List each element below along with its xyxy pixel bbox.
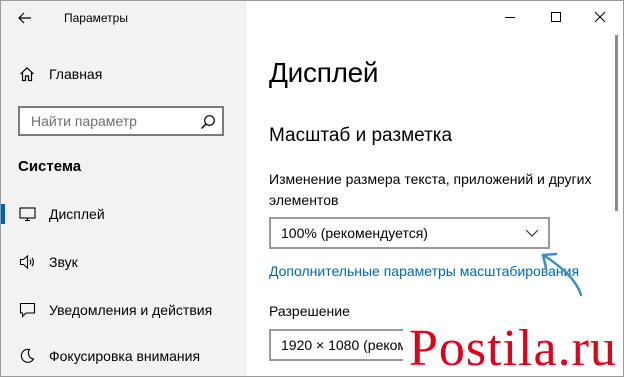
search-input[interactable] bbox=[20, 108, 196, 134]
page-title: Дисплей bbox=[269, 57, 379, 88]
scale-dropdown[interactable]: 100% (рекомендуется) bbox=[269, 217, 550, 249]
maximize-icon bbox=[551, 12, 561, 22]
watermark-text: Postila.ru bbox=[409, 320, 617, 377]
moon-icon bbox=[18, 347, 36, 365]
sidebar-item-focus-assist[interactable]: Фокусировка внимания bbox=[1, 338, 247, 374]
watermark: Postila.ru bbox=[403, 319, 623, 377]
search-field[interactable] bbox=[18, 106, 224, 136]
sidebar-item-label: Звук bbox=[49, 254, 78, 270]
sidebar-section-title: Система bbox=[18, 158, 82, 175]
app-title: Параметры bbox=[64, 11, 128, 25]
scale-description: Изменение размера текста, приложений и д… bbox=[269, 171, 592, 208]
sidebar-item-label: Дисплей bbox=[49, 206, 105, 222]
notification-icon bbox=[18, 301, 36, 319]
sidebar: Параметры Главная Система bbox=[1, 1, 247, 376]
sidebar-item-label: Уведомления и действия bbox=[49, 302, 213, 318]
minimize-icon bbox=[505, 17, 515, 18]
maximize-button[interactable] bbox=[533, 1, 579, 33]
sidebar-item-home[interactable]: Главная bbox=[1, 56, 247, 92]
speaker-icon bbox=[18, 253, 36, 271]
close-button[interactable] bbox=[577, 1, 623, 33]
back-button[interactable] bbox=[11, 6, 39, 30]
section-title: Масштаб и разметка bbox=[269, 125, 453, 146]
settings-window: Параметры Главная Система bbox=[0, 0, 624, 377]
sidebar-item-notifications[interactable]: Уведомления и действия bbox=[1, 292, 247, 328]
annotation-arrow-icon bbox=[541, 252, 583, 297]
home-icon bbox=[18, 65, 36, 83]
sidebar-item-sound[interactable]: Звук bbox=[1, 244, 247, 280]
close-icon bbox=[594, 11, 606, 23]
minimize-button[interactable] bbox=[487, 1, 533, 33]
search-icon bbox=[201, 115, 215, 129]
sidebar-item-display[interactable]: Дисплей bbox=[1, 196, 247, 232]
scale-value: 100% (рекомендуется) bbox=[281, 225, 428, 241]
monitor-icon bbox=[18, 205, 36, 223]
back-arrow-icon bbox=[18, 12, 31, 24]
resolution-label: Разрешение bbox=[269, 303, 350, 319]
scrollbar[interactable] bbox=[615, 35, 618, 211]
sidebar-item-label: Главная bbox=[49, 66, 103, 82]
sidebar-item-label: Фокусировка внимания bbox=[49, 348, 201, 364]
